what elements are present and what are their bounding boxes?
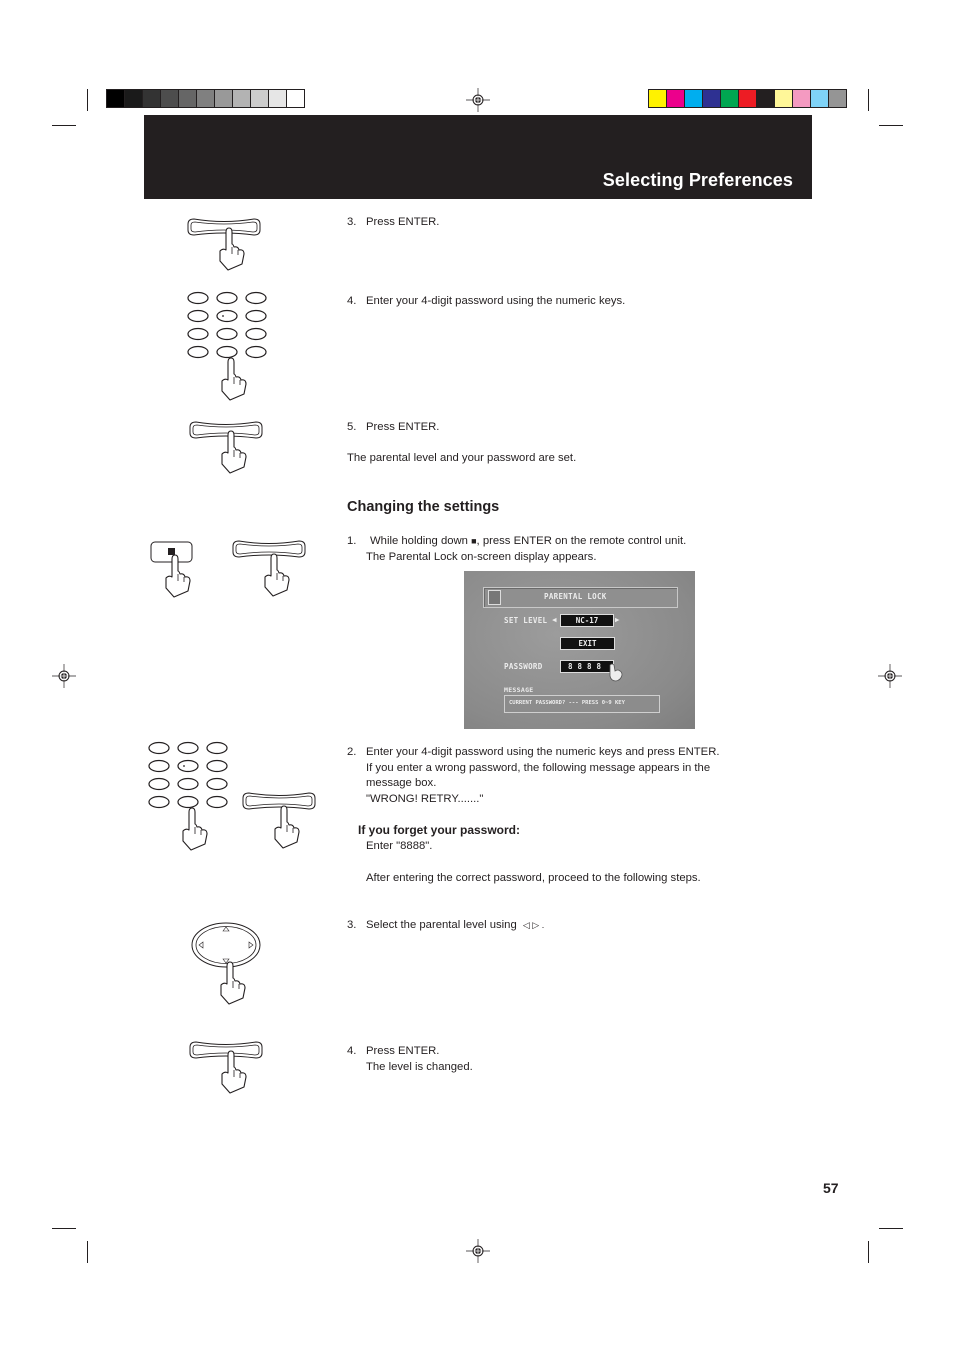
password-label: PASSWORD xyxy=(504,662,543,671)
message-box: CURRENT PASSWORD? --- PRESS 0~9 KEY xyxy=(504,695,660,713)
color-swatch xyxy=(703,90,721,107)
color-swatch xyxy=(179,90,197,107)
note-set: The parental level and your password are… xyxy=(347,452,577,464)
set-level-value[interactable]: NC-17 xyxy=(560,614,614,627)
change-step-4-text: 4. Press ENTER. The level is changed. xyxy=(347,1045,473,1073)
crop-mark xyxy=(879,1228,903,1229)
color-swatch xyxy=(667,90,685,107)
color-swatch xyxy=(793,90,811,107)
parental-lock-screen: PARENTAL LOCK SET LEVEL ◀ NC-17 ▶ EXIT P… xyxy=(464,571,695,729)
pointer-hand-icon xyxy=(609,663,623,682)
color-swatch xyxy=(757,90,775,107)
crop-mark xyxy=(52,125,76,126)
registration-mark-icon xyxy=(52,664,76,688)
crop-mark xyxy=(87,89,88,111)
color-swatch xyxy=(721,90,739,107)
osd-title-bar: PARENTAL LOCK xyxy=(483,587,678,608)
color-swatch xyxy=(649,90,667,107)
enter-button-illustration xyxy=(189,1041,263,1094)
page-header-band: Selecting Preferences xyxy=(144,115,812,199)
numeric-keypad-illustration xyxy=(187,291,267,401)
page-number: 57 xyxy=(823,1180,839,1196)
color-calibration-bar xyxy=(648,89,847,108)
section-heading: Changing the settings xyxy=(347,499,500,515)
osd-title: PARENTAL LOCK xyxy=(544,592,607,601)
registration-mark-icon xyxy=(878,664,902,688)
crop-mark xyxy=(868,89,869,111)
enter-button-illustration xyxy=(189,421,263,474)
color-swatch xyxy=(197,90,215,107)
cursor-pad-illustration xyxy=(191,922,261,1005)
numeric-keypad-illustration xyxy=(148,741,228,851)
change-step-1-text: 1. While holding down ■, press ENTER on t… xyxy=(347,535,687,563)
color-swatch xyxy=(107,90,125,107)
level-left-arrow-icon[interactable]: ◀ xyxy=(552,615,557,624)
registration-mark-icon xyxy=(466,1239,490,1263)
grayscale-calibration-bar xyxy=(106,89,305,108)
message-label: MESSAGE xyxy=(504,686,534,694)
enter-button-illustration xyxy=(232,540,306,597)
lock-icon xyxy=(488,590,501,605)
color-swatch xyxy=(251,90,269,107)
message-text: CURRENT PASSWORD? --- PRESS 0~9 KEY xyxy=(509,700,625,706)
change-step-3-text: 3. Select the parental level using ◁ ▷ . xyxy=(347,919,545,931)
crop-mark xyxy=(52,1228,76,1229)
color-swatch xyxy=(775,90,793,107)
enter-button-illustration xyxy=(187,218,261,271)
forget-password-line2: After entering the correct password, pro… xyxy=(366,872,701,884)
color-swatch xyxy=(269,90,287,107)
stop-button-illustration xyxy=(150,541,193,598)
crop-mark xyxy=(868,1241,869,1263)
step-4-text: 4. Enter your 4-digit password using the … xyxy=(347,295,626,307)
registration-mark-icon xyxy=(466,88,490,112)
color-swatch xyxy=(829,90,846,107)
exit-button[interactable]: EXIT xyxy=(560,637,615,650)
set-level-label: SET LEVEL xyxy=(504,616,548,625)
color-swatch xyxy=(143,90,161,107)
forget-password-line1: Enter "8888". xyxy=(366,840,433,852)
color-swatch xyxy=(161,90,179,107)
color-swatch xyxy=(811,90,829,107)
crop-mark xyxy=(87,1241,88,1263)
color-swatch xyxy=(233,90,251,107)
page-title: Selecting Preferences xyxy=(602,170,793,190)
color-swatch xyxy=(125,90,143,107)
step-5-text: 5. Press ENTER. xyxy=(347,421,440,433)
forget-password-heading: If you forget your password: xyxy=(358,823,521,837)
level-right-arrow-icon[interactable]: ▶ xyxy=(615,615,620,624)
enter-button-illustration xyxy=(242,792,316,849)
crop-mark xyxy=(879,125,903,126)
step-3-text: 3. Press ENTER. xyxy=(347,216,440,228)
color-swatch xyxy=(287,90,304,107)
change-step-2-text: 2. Enter your 4-digit password using the … xyxy=(347,746,720,805)
color-swatch xyxy=(685,90,703,107)
color-swatch xyxy=(739,90,757,107)
color-swatch xyxy=(215,90,233,107)
left-right-arrows-icon: ◁ ▷ . xyxy=(522,920,545,930)
